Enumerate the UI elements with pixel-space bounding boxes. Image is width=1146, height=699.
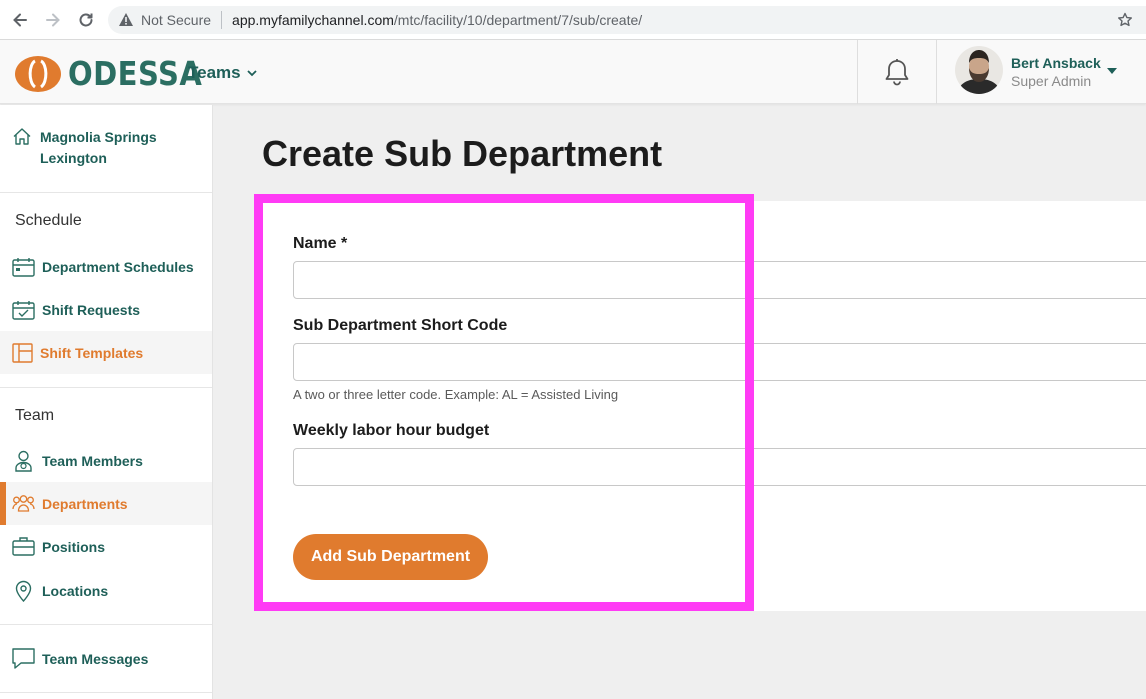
briefcase-icon bbox=[12, 537, 35, 556]
team-heading: Team bbox=[15, 407, 55, 424]
sidebar-item-label: Shift Requests bbox=[42, 301, 141, 318]
sidebar-item-label: Departments bbox=[42, 495, 128, 512]
sidebar-item-team-messages[interactable]: Team Messages bbox=[0, 637, 212, 680]
caret-down-icon[interactable] bbox=[1107, 68, 1117, 74]
forward-icon[interactable] bbox=[41, 8, 65, 32]
sidebar-item-positions[interactable]: Positions bbox=[0, 525, 212, 568]
sidebar-divider bbox=[0, 624, 212, 625]
page-title: Create Sub Department bbox=[262, 133, 663, 174]
user-name[interactable]: Bert Ansback bbox=[1011, 55, 1101, 71]
sidebar-item-label: Department Schedules bbox=[42, 258, 194, 275]
sidebar-item-label: Team Members bbox=[42, 452, 143, 469]
sidebar-item-label: Positions bbox=[42, 538, 106, 555]
teams-menu[interactable]: Teams bbox=[188, 63, 257, 83]
address-bar[interactable]: Not Secure app.myfamilychannel.com/mtc/f… bbox=[108, 6, 1146, 34]
short-code-label: Sub Department Short Code bbox=[293, 317, 508, 334]
url-host: app.myfamilychannel.com bbox=[232, 12, 394, 28]
sidebar-item-label: Team Messages bbox=[42, 650, 149, 667]
notifications-bell-icon[interactable] bbox=[884, 58, 910, 91]
sidebar-item-departments[interactable]: Departments bbox=[0, 482, 212, 525]
short-code-help-text: A two or three letter code. Example: AL … bbox=[293, 387, 619, 402]
person-icon bbox=[15, 450, 32, 472]
schedule-heading: Schedule bbox=[15, 212, 82, 229]
map-pin-icon bbox=[15, 580, 32, 602]
sidebar-item-label: Shift Templates bbox=[40, 344, 144, 361]
header-divider bbox=[936, 40, 937, 104]
odessa-logo-mark-icon bbox=[15, 55, 61, 92]
sidebar: Magnolia Springs Lexington Schedule Depa… bbox=[0, 105, 213, 699]
sidebar-item-locations[interactable]: Locations bbox=[0, 569, 212, 612]
browser-toolbar: Not Secure app.myfamilychannel.com/mtc/f… bbox=[0, 0, 1146, 40]
header-divider bbox=[857, 40, 858, 104]
sidebar-item-department-schedules[interactable]: Department Schedules bbox=[0, 245, 212, 288]
calendar-check-icon bbox=[12, 300, 35, 320]
teams-menu-label: Teams bbox=[188, 63, 241, 82]
chevron-down-icon bbox=[246, 69, 257, 76]
url-path: /mtc/facility/10/department/7/sub/create… bbox=[393, 12, 643, 28]
logo-text: ODESSA bbox=[68, 54, 203, 93]
user-role: Super Admin bbox=[1011, 73, 1092, 89]
sidebar-divider bbox=[0, 387, 212, 388]
reload-icon[interactable] bbox=[74, 8, 98, 32]
sidebar-item-team-members[interactable]: Team Members bbox=[0, 439, 212, 482]
name-label: Name * bbox=[293, 235, 348, 252]
sidebar-item-shift-templates[interactable]: Shift Templates bbox=[0, 331, 212, 374]
avatar[interactable] bbox=[955, 46, 1003, 94]
active-indicator bbox=[0, 482, 6, 525]
bookmark-star-icon[interactable] bbox=[1117, 12, 1133, 28]
sidebar-item-shift-requests[interactable]: Shift Requests bbox=[0, 288, 212, 331]
name-field[interactable] bbox=[293, 261, 1146, 299]
group-icon bbox=[12, 494, 35, 512]
calendar-icon bbox=[12, 257, 35, 277]
security-label: Not Secure bbox=[141, 12, 212, 28]
url-divider bbox=[221, 11, 223, 29]
sidebar-divider bbox=[0, 192, 212, 193]
facility-link[interactable]: Magnolia Springs Lexington bbox=[12, 127, 170, 169]
warning-icon bbox=[119, 13, 133, 26]
sidebar-item-label: Locations bbox=[42, 582, 109, 599]
budget-field[interactable] bbox=[293, 448, 1146, 486]
add-sub-department-button[interactable]: Add Sub Department bbox=[293, 534, 488, 580]
short-code-field[interactable] bbox=[293, 343, 1146, 381]
budget-label: Weekly labor hour budget bbox=[293, 422, 490, 439]
facility-name: Magnolia Springs Lexington bbox=[40, 129, 157, 166]
chat-icon bbox=[12, 648, 35, 669]
template-icon bbox=[12, 342, 33, 363]
back-icon[interactable] bbox=[8, 8, 32, 32]
home-icon bbox=[13, 128, 31, 145]
app-header: ODESSA Teams Bert Ansback Super Admin bbox=[0, 40, 1146, 104]
sidebar-divider bbox=[0, 692, 212, 693]
